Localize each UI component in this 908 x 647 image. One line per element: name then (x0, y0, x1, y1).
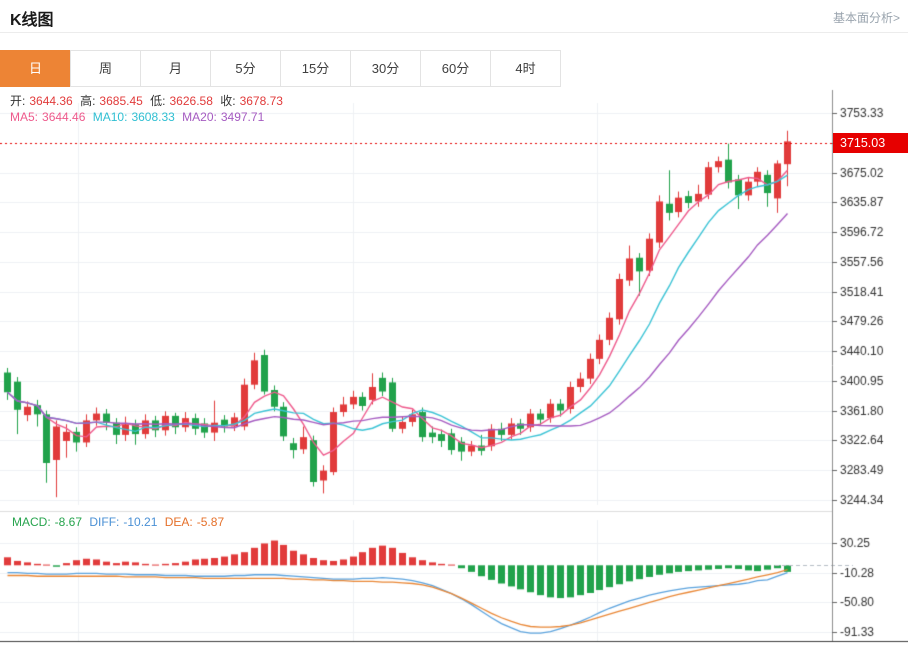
low-value: 3626.58 (170, 94, 213, 108)
ma10-label: MA10: (93, 110, 128, 124)
ma20-value: 3497.71 (221, 110, 264, 124)
macd-value: -8.67 (55, 515, 82, 529)
ma5-label: MA5: (10, 110, 38, 124)
kline-page: K线图 基本面分析> 日 周 月 5分 15分 30分 60分 4时 开: 364… (0, 0, 908, 647)
tab-30min[interactable]: 30分 (350, 50, 421, 87)
open-label: 开: (10, 94, 25, 108)
tab-15min[interactable]: 15分 (280, 50, 351, 87)
close-value: 3678.73 (240, 94, 283, 108)
tab-60min[interactable]: 60分 (420, 50, 491, 87)
close-label: 收: (220, 94, 235, 108)
high-value: 3685.45 (99, 94, 142, 108)
dea-value: -5.87 (197, 515, 224, 529)
tab-5min[interactable]: 5分 (210, 50, 281, 87)
header: K线图 基本面分析> (0, 0, 908, 33)
tab-month[interactable]: 月 (140, 50, 211, 87)
ma-info-row: MA5: 3644.46 MA10:3608.33 MA20: 3497.71 (10, 110, 268, 124)
dea-label: DEA: (165, 515, 193, 529)
page-title: K线图 (10, 6, 54, 30)
tab-week[interactable]: 周 (70, 50, 141, 87)
diff-value: -10.21 (123, 515, 157, 529)
fundamental-analysis-link[interactable]: 基本面分析> (833, 9, 900, 26)
diff-label: DIFF: (89, 515, 119, 529)
ma5-value: 3644.46 (42, 110, 85, 124)
current-price-tag: 3715.03 (833, 133, 908, 153)
macd-label: MACD: (12, 515, 51, 529)
period-tab-bar: 日 周 月 5分 15分 30分 60分 4时 (0, 50, 561, 87)
high-label: 高: (80, 94, 95, 108)
open-value: 3644.36 (29, 94, 72, 108)
ohlc-info-row: 开: 3644.36 高: 3685.45 低: 3626.58 收: 3678.73 (10, 92, 287, 109)
low-label: 低: (150, 94, 165, 108)
ma20-label: MA20: (182, 110, 217, 124)
tab-day[interactable]: 日 (0, 50, 71, 87)
macd-info-row: MACD: -8.67 DIFF: -10.21 DEA: -5.87 (12, 515, 228, 529)
tab-4hour[interactable]: 4时 (490, 50, 561, 87)
ma10-value: 3608.33 (131, 110, 174, 124)
